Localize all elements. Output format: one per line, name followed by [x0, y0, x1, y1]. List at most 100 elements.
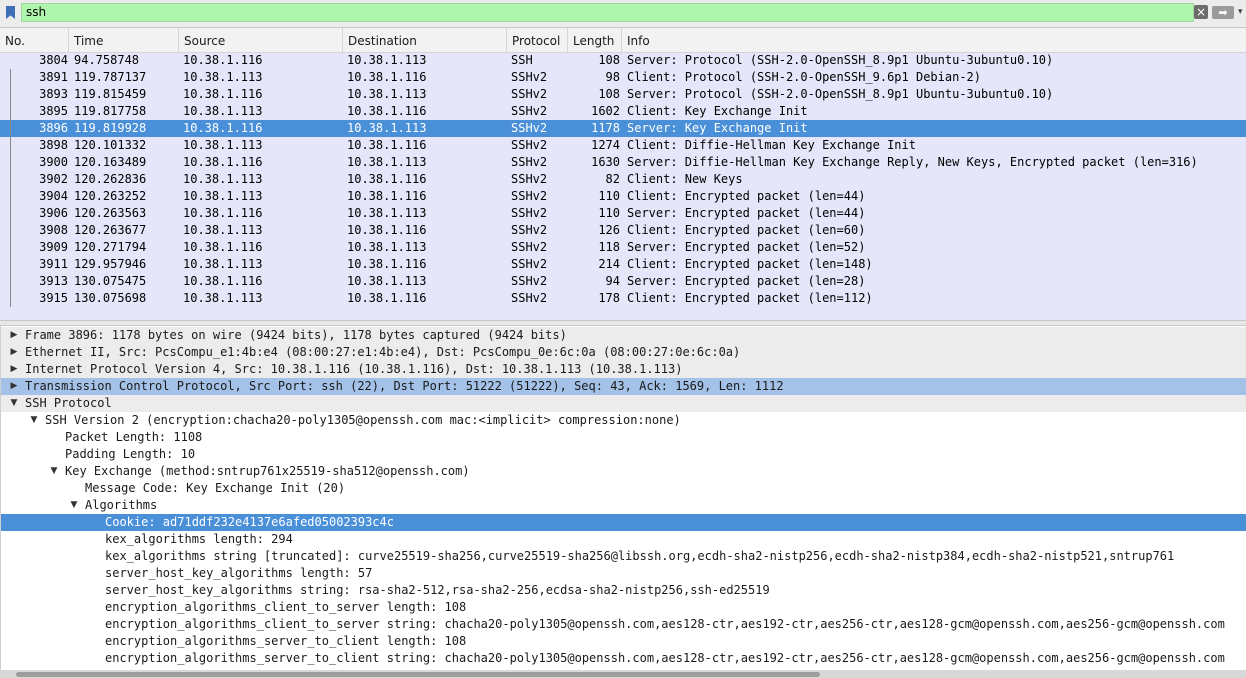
packet-info: Client: Encrypted packet (len=148) — [627, 257, 873, 271]
expand-arrow-icon[interactable]: ▶ — [9, 327, 19, 344]
packet-row[interactable]: 3908 120.263677 10.38.1.113 10.38.1.116 SSHv… — [0, 222, 1246, 239]
column-header-protocol[interactable]: Protocol — [507, 28, 568, 52]
packet-source: 10.38.1.113 — [183, 104, 263, 118]
packet-destination: 10.38.1.116 — [347, 189, 427, 203]
tree-item-label: Message Code: Key Exchange Init (20) — [85, 481, 346, 495]
filter-bookmark-icon[interactable] — [2, 4, 20, 22]
clear-filter-icon[interactable]: × — [1194, 5, 1208, 19]
packet-info: Client: New Keys — [627, 172, 743, 186]
column-header-length[interactable]: Length — [568, 28, 622, 52]
packet-row[interactable]: 3804 94.758748 10.38.1.116 10.38.1.113 SSH 10… — [0, 52, 1246, 69]
collapse-arrow-icon[interactable]: ▼ — [69, 497, 79, 514]
packet-number: 3891 — [39, 70, 68, 84]
packet-protocol: SSHv2 — [511, 223, 548, 237]
packet-row[interactable]: 3893 119.815459 10.38.1.116 10.38.1.113 SSHv… — [0, 86, 1246, 103]
tree-item-label: Padding Length: 10 — [65, 447, 196, 461]
packet-row[interactable]: 3906 120.263563 10.38.1.116 10.38.1.113 SSHv… — [0, 205, 1246, 222]
packet-row[interactable]: 3915 130.075698 10.38.1.113 10.38.1.116 SSHv… — [0, 290, 1246, 307]
packet-time: 130.075475 — [74, 274, 147, 288]
tree-item[interactable]: kex_algorithms length: 294 — [1, 531, 1246, 548]
packet-number: 3900 — [39, 155, 68, 169]
details-hscrollbar[interactable] — [0, 670, 1246, 678]
packet-row[interactable]: 3896 119.819928 10.38.1.116 10.38.1.113 SSHv… — [0, 120, 1246, 137]
packet-time: 120.263563 — [74, 206, 147, 220]
packet-row[interactable]: 3904 120.263252 10.38.1.113 10.38.1.116 SSHv… — [0, 188, 1246, 205]
tree-item[interactable]: encryption_algorithms_client_to_server l… — [1, 599, 1246, 616]
packet-info: Server: Encrypted packet (len=44) — [627, 206, 866, 220]
packet-row[interactable]: 3902 120.262836 10.38.1.113 10.38.1.116 SSHv… — [0, 171, 1246, 188]
column-header-no[interactable]: No. — [0, 28, 69, 52]
filter-dropdown-icon[interactable]: ▾ — [1238, 5, 1246, 19]
apply-filter-icon[interactable]: ➡ — [1212, 6, 1234, 19]
packet-number: 3908 — [39, 223, 68, 237]
column-header-destination[interactable]: Destination — [343, 28, 507, 52]
packet-row[interactable]: 3913 130.075475 10.38.1.116 10.38.1.113 SSHv… — [0, 273, 1246, 290]
tree-item[interactable]: Cookie: ad71ddf232e4137e6afed05002393c4c — [1, 514, 1246, 531]
tree-item[interactable]: ▼ SSH Protocol — [1, 395, 1246, 412]
tree-item[interactable]: ▼ SSH Version 2 (encryption:chacha20-poly… — [1, 412, 1246, 429]
packet-protocol: SSHv2 — [511, 206, 548, 220]
tree-item[interactable]: ▼ Algorithms — [1, 497, 1246, 514]
packet-row[interactable]: 3898 120.101332 10.38.1.113 10.38.1.116 SSHv… — [0, 137, 1246, 154]
expand-arrow-icon[interactable]: ▶ — [9, 344, 19, 361]
tree-item[interactable]: Packet Length: 1108 — [1, 429, 1246, 446]
packet-source: 10.38.1.116 — [183, 206, 263, 220]
packet-number: 3804 — [39, 53, 68, 67]
tree-item[interactable]: Message Code: Key Exchange Init (20) — [1, 480, 1246, 497]
collapse-arrow-icon[interactable]: ▼ — [49, 463, 59, 480]
tree-item-label: Algorithms — [85, 498, 158, 512]
collapse-arrow-icon[interactable]: ▼ — [29, 412, 39, 429]
packet-destination: 10.38.1.116 — [347, 223, 427, 237]
tree-item[interactable]: kex_algorithms string [truncated]: curve… — [1, 548, 1246, 565]
packet-source: 10.38.1.113 — [183, 257, 263, 271]
packet-row[interactable]: 3895 119.817758 10.38.1.113 10.38.1.116 SSHv… — [0, 103, 1246, 120]
packet-list[interactable]: No. Time Source Destination Protocol Len… — [0, 28, 1246, 320]
column-header-time[interactable]: Time — [69, 28, 179, 52]
tree-item[interactable]: encryption_algorithms_client_to_server s… — [1, 616, 1246, 633]
packet-row[interactable]: 3891 119.787137 10.38.1.113 10.38.1.116 SSHv… — [0, 69, 1246, 86]
packet-number: 3895 — [39, 104, 68, 118]
packet-row[interactable]: 3900 120.163489 10.38.1.116 10.38.1.113 SSHv… — [0, 154, 1246, 171]
column-header-source[interactable]: Source — [179, 28, 343, 52]
packet-number: 3913 — [39, 274, 68, 288]
packet-details-tree[interactable]: ▶ Frame 3896: 1178 bytes on wire (9424 bi… — [0, 326, 1246, 678]
tree-item[interactable]: server_host_key_algorithms string: rsa-s… — [1, 582, 1246, 599]
expand-arrow-icon[interactable]: ▶ — [9, 361, 19, 378]
packet-length: 214 — [598, 257, 620, 271]
tree-item[interactable]: ▶ Frame 3896: 1178 bytes on wire (9424 bi… — [1, 327, 1246, 344]
tree-item-label: encryption_algorithms_server_to_client s… — [105, 651, 1225, 665]
packet-protocol: SSHv2 — [511, 104, 548, 118]
tree-item[interactable]: ▶ Ethernet II, Src: PcsCompu_e1:4b:e4 (08… — [1, 344, 1246, 361]
tree-item-label: Frame 3896: 1178 bytes on wire (9424 bit… — [25, 328, 567, 342]
packet-destination: 10.38.1.113 — [347, 121, 427, 135]
tree-item[interactable]: encryption_algorithms_server_to_client s… — [1, 650, 1246, 667]
packet-time: 119.787137 — [74, 70, 147, 84]
tree-item[interactable]: server_host_key_algorithms length: 57 — [1, 565, 1246, 582]
tree-item[interactable]: ▶ Transmission Control Protocol, Src Port… — [1, 378, 1246, 395]
tree-item[interactable]: encryption_algorithms_server_to_client l… — [1, 633, 1246, 650]
tree-item-label: Transmission Control Protocol, Src Port:… — [25, 379, 784, 393]
packet-info: Client: Diffie-Hellman Key Exchange Init — [627, 138, 916, 152]
packet-row[interactable]: 3911 129.957946 10.38.1.113 10.38.1.116 SSHv… — [0, 256, 1246, 273]
packet-info: Server: Encrypted packet (len=52) — [627, 240, 866, 254]
scrollbar-thumb[interactable] — [16, 672, 820, 677]
display-filter-input[interactable]: ssh — [21, 3, 1194, 22]
expand-arrow-icon[interactable]: ▶ — [9, 378, 19, 395]
tree-item[interactable]: ▶ Internet Protocol Version 4, Src: 10.38… — [1, 361, 1246, 378]
packet-protocol: SSHv2 — [511, 87, 548, 101]
packet-row[interactable]: 3909 120.271794 10.38.1.116 10.38.1.113 SSHv… — [0, 239, 1246, 256]
packet-destination: 10.38.1.116 — [347, 104, 427, 118]
collapse-arrow-icon[interactable]: ▼ — [9, 395, 19, 412]
column-header-info[interactable]: Info — [622, 28, 1246, 52]
tree-item-label: encryption_algorithms_server_to_client l… — [105, 634, 467, 648]
packet-destination: 10.38.1.116 — [347, 257, 427, 271]
packet-protocol: SSHv2 — [511, 138, 548, 152]
packet-source: 10.38.1.116 — [183, 240, 263, 254]
packet-source: 10.38.1.116 — [183, 121, 263, 135]
packet-info: Client: Encrypted packet (len=60) — [627, 223, 866, 237]
packet-time: 119.817758 — [74, 104, 147, 118]
packet-info: Server: Diffie-Hellman Key Exchange Repl… — [627, 155, 1198, 169]
packet-destination: 10.38.1.113 — [347, 240, 427, 254]
tree-item[interactable]: Padding Length: 10 — [1, 446, 1246, 463]
tree-item[interactable]: ▼ Key Exchange (method:sntrup761x25519-sh… — [1, 463, 1246, 480]
